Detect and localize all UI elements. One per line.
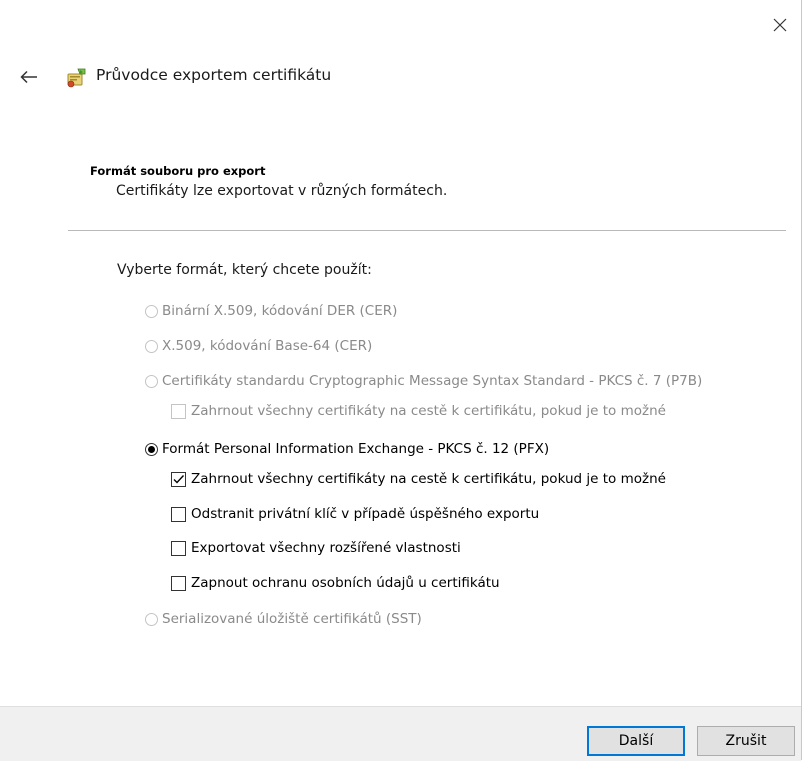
option-sst[interactable]: Serializované úložiště certifikátů (SST) xyxy=(145,611,422,627)
wizard-footer: Další Zrušit xyxy=(0,706,801,761)
option-der-cer[interactable]: Binární X.509, kódování DER (CER) xyxy=(145,303,397,319)
checkbox-pfx-include-chain[interactable]: Zahrnout všechny certifikáty na cestě k … xyxy=(171,471,666,487)
radio-button[interactable] xyxy=(145,339,158,353)
option-base64-cer[interactable]: X.509, kódování Base-64 (CER) xyxy=(145,338,372,354)
close-icon xyxy=(773,18,787,32)
section-subtitle: Certifikáty lze exportovat v různých for… xyxy=(116,183,448,199)
checkbox[interactable] xyxy=(171,403,186,419)
option-label: Serializované úložiště certifikátů (SST) xyxy=(162,611,422,627)
option-label: Binární X.509, kódování DER (CER) xyxy=(162,303,398,319)
option-label: Formát Personal Information Exchange - P… xyxy=(162,441,550,457)
radio-button[interactable] xyxy=(145,374,158,388)
option-label: Odstranit privátní klíč v případě úspěšn… xyxy=(191,506,540,522)
option-pkcs7-p7b[interactable]: Certifikáty standardu Cryptographic Mess… xyxy=(145,373,702,389)
option-label: X.509, kódování Base-64 (CER) xyxy=(162,338,373,354)
radio-button[interactable] xyxy=(145,304,158,318)
checkbox[interactable] xyxy=(171,575,186,591)
wizard-title: Průvodce exportem certifikátu xyxy=(96,66,332,84)
close-button[interactable] xyxy=(758,8,802,42)
checkbox-export-extended-properties[interactable]: Exportovat všechny rozšířené vlastnosti xyxy=(171,540,461,556)
back-button[interactable] xyxy=(14,62,44,92)
checkmark-icon xyxy=(173,474,185,484)
checkbox-p7b-include-chain[interactable]: Zahrnout všechny certifikáty na cestě k … xyxy=(171,403,666,419)
section-title: Formát souboru pro export xyxy=(90,164,266,178)
checkbox[interactable] xyxy=(171,471,186,487)
checkbox-delete-private-key[interactable]: Odstranit privátní klíč v případě úspěšn… xyxy=(171,506,539,522)
checkbox-enable-privacy[interactable]: Zapnout ochranu osobních údajů u certifi… xyxy=(171,575,500,591)
next-button[interactable]: Další xyxy=(587,726,685,756)
option-label: Certifikáty standardu Cryptographic Mess… xyxy=(162,373,703,389)
certificate-wizard-icon xyxy=(67,68,86,88)
radio-button[interactable] xyxy=(145,612,158,626)
radio-button[interactable] xyxy=(145,442,158,456)
option-label: Exportovat všechny rozšířené vlastnosti xyxy=(191,540,461,556)
checkbox[interactable] xyxy=(171,540,186,556)
cancel-button[interactable]: Zrušit xyxy=(697,726,795,756)
option-label: Zahrnout všechny certifikáty na cestě k … xyxy=(191,403,666,419)
checkbox[interactable] xyxy=(171,506,186,522)
back-arrow-icon xyxy=(20,70,37,84)
option-pkcs12-pfx[interactable]: Formát Personal Information Exchange - P… xyxy=(145,441,549,457)
format-prompt: Vyberte formát, který chcete použít: xyxy=(117,262,372,278)
option-label: Zapnout ochranu osobních údajů u certifi… xyxy=(191,575,500,591)
header-divider xyxy=(68,230,786,231)
option-label: Zahrnout všechny certifikáty na cestě k … xyxy=(191,471,666,487)
